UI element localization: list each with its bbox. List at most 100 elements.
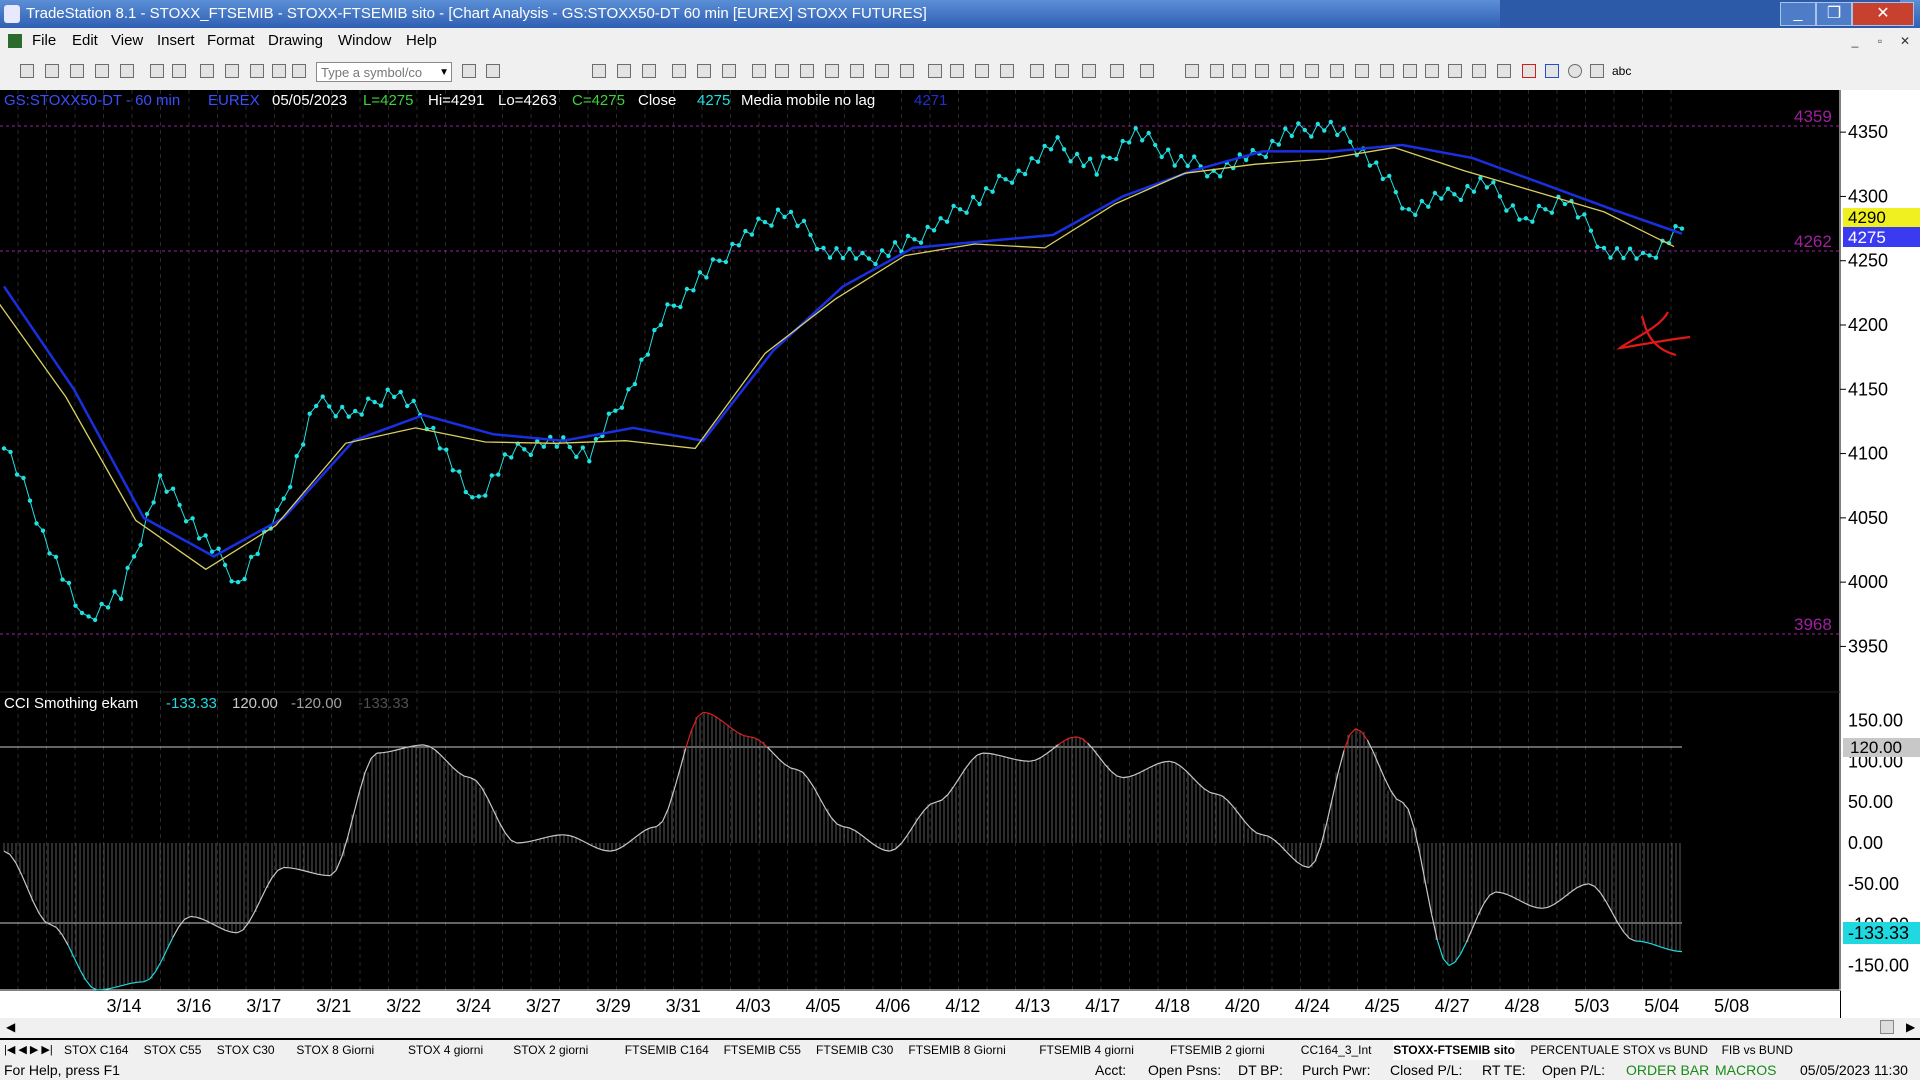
minimize-button[interactable]: _: [1780, 2, 1816, 26]
zoom-in-icon[interactable]: [975, 64, 989, 78]
horizontal-line-icon[interactable]: [1232, 64, 1246, 78]
tab-stox-4-giorni[interactable]: STOX 4 giorni: [408, 1040, 483, 1060]
go-arrow-icon[interactable]: [462, 64, 476, 78]
mdi-minimize-button[interactable]: _: [1845, 32, 1865, 50]
tab-ftsemib-c30[interactable]: FTSEMIB C30: [816, 1040, 893, 1060]
menu-window[interactable]: Window: [338, 28, 391, 54]
tab-stox-vs-bund[interactable]: STOX vs BUND: [1623, 1040, 1708, 1060]
trendline-icon[interactable]: [1185, 64, 1199, 78]
chart-type-icon[interactable]: [672, 64, 686, 78]
zoom-out-icon[interactable]: [1000, 64, 1014, 78]
yellow-price-tag-text: 4290: [1848, 208, 1886, 227]
speed-lines-icon[interactable]: [1355, 64, 1369, 78]
rectangle-icon[interactable]: [1590, 64, 1604, 78]
ticks-icon[interactable]: [900, 64, 914, 78]
tab-fib-vs-bund[interactable]: FIB vs BUND: [1722, 1040, 1793, 1060]
chevron-down-icon[interactable]: ▼: [439, 63, 449, 83]
scroll-left-icon[interactable]: ◀: [6, 1020, 15, 1034]
tab-stoxx-ftsemib-sito[interactable]: STOXX-FTSEMIB sito: [1393, 1040, 1515, 1060]
tab-stox-2-giorni[interactable]: STOX 2 giorni: [513, 1040, 588, 1060]
menu-edit[interactable]: Edit: [72, 28, 98, 54]
up-arrow-icon[interactable]: [1545, 64, 1559, 78]
menu-insert[interactable]: Insert: [157, 28, 195, 54]
calc-icon[interactable]: [642, 64, 656, 78]
menu-view[interactable]: View: [111, 28, 143, 54]
cci-line-segment: [300, 869, 308, 873]
workspace-icon[interactable]: [70, 64, 84, 78]
window-icon[interactable]: [200, 64, 214, 78]
save-icon[interactable]: [150, 64, 164, 78]
tile-icon[interactable]: [225, 64, 239, 78]
grid2-icon[interactable]: [617, 64, 631, 78]
chart-doc-icon[interactable]: [8, 34, 22, 48]
tab-percentuale[interactable]: PERCENTUALE: [1530, 1040, 1619, 1060]
status-macros[interactable]: MACROS: [1715, 1060, 1776, 1080]
indicator-icon[interactable]: [752, 64, 766, 78]
tab-ftsemib-8-giorni[interactable]: FTSEMIB 8 Giorni: [908, 1040, 1005, 1060]
text-tool-icon[interactable]: abc: [1612, 64, 1631, 78]
format-icon[interactable]: [1110, 64, 1124, 78]
chart2-icon[interactable]: [697, 64, 711, 78]
hand-icon[interactable]: [1448, 64, 1462, 78]
mdi-close-button[interactable]: ✕: [1895, 32, 1915, 50]
radar-icon[interactable]: [800, 64, 814, 78]
tab-stox-c55[interactable]: STOX C55: [144, 1040, 202, 1060]
chart-canvas[interactable]: 3/14 3/16 3/17 3/21 3/22 3/24 3/27 3/29 3/31 4/03…: [0, 90, 1920, 1038]
menu-drawing[interactable]: Drawing: [268, 28, 323, 54]
close-button[interactable]: ✕: [1852, 2, 1914, 26]
tab-stox-8-giorni[interactable]: STOX 8 Giorni: [296, 1040, 374, 1060]
scroll-right-icon[interactable]: ▶: [1906, 1020, 1915, 1034]
pointer-icon[interactable]: [1030, 64, 1044, 78]
bar-spacing2-icon[interactable]: [950, 64, 964, 78]
tab-ftsemib-2-giorni[interactable]: FTSEMIB 2 giorni: [1170, 1040, 1265, 1060]
data-window-icon[interactable]: [1055, 64, 1069, 78]
tab-stox-c30[interactable]: STOX C30: [217, 1040, 275, 1060]
tools-icon[interactable]: [1082, 64, 1096, 78]
new-icon[interactable]: [20, 64, 34, 78]
tab-ftsemib-4-giorni[interactable]: FTSEMIB 4 giorni: [1039, 1040, 1134, 1060]
mdi-restore-button[interactable]: ▫: [1870, 32, 1890, 50]
bar-spacing-icon[interactable]: [928, 64, 942, 78]
gann-icon[interactable]: [1280, 64, 1294, 78]
link-icon[interactable]: [272, 64, 286, 78]
tab-ftsemib-c164[interactable]: FTSEMIB C164: [625, 1040, 709, 1060]
refresh-icon[interactable]: [722, 64, 736, 78]
chart-window[interactable]: 3/14 3/16 3/17 3/21 3/22 3/24 3/27 3/29 3/31 4/03…: [0, 90, 1920, 1038]
scroll-thumb[interactable]: [1880, 1020, 1894, 1034]
circle-icon[interactable]: [1568, 64, 1582, 78]
symbol-input[interactable]: Type a symbol/co ▼: [316, 62, 452, 82]
tab-stox-c164[interactable]: STOX C164: [64, 1040, 128, 1060]
binoculars-icon[interactable]: [486, 64, 500, 78]
maximize-button[interactable]: ❐: [1816, 2, 1852, 26]
copy-icon[interactable]: [95, 64, 109, 78]
shade-icon[interactable]: [1140, 64, 1154, 78]
tab-ftsemib-c55[interactable]: FTSEMIB C55: [724, 1040, 801, 1060]
andrews-icon[interactable]: [1380, 64, 1394, 78]
strategy-icon[interactable]: [775, 64, 789, 78]
open-icon[interactable]: [45, 64, 59, 78]
tab-nav-icons[interactable]: |◀ ◀ ▶ ▶|: [4, 1040, 53, 1060]
down-arrow-icon[interactable]: [1522, 64, 1536, 78]
tab-cc164-3-int[interactable]: CC164_3_Int: [1301, 1040, 1372, 1060]
regression-icon[interactable]: [1305, 64, 1319, 78]
vertical-line-icon[interactable]: [1210, 64, 1224, 78]
matrix-icon[interactable]: [825, 64, 839, 78]
fib-icon[interactable]: [1255, 64, 1269, 78]
curve-icon[interactable]: [1497, 64, 1511, 78]
time-icon[interactable]: [875, 64, 889, 78]
folder-icon[interactable]: [120, 64, 134, 78]
pencil-icon[interactable]: [1472, 64, 1486, 78]
print-icon[interactable]: [172, 64, 186, 78]
status-order-bar[interactable]: ORDER BAR: [1626, 1060, 1709, 1080]
globe-icon[interactable]: [292, 64, 306, 78]
menu-file[interactable]: File: [32, 28, 56, 54]
bars-icon[interactable]: [850, 64, 864, 78]
channel-icon[interactable]: [1330, 64, 1344, 78]
horizontal-scrollbar[interactable]: ◀ ▶: [0, 1018, 1920, 1038]
arc-icon[interactable]: [1425, 64, 1439, 78]
menu-help[interactable]: Help: [406, 28, 437, 54]
grid-icon[interactable]: [592, 64, 606, 78]
ellipse-icon[interactable]: [1403, 64, 1417, 78]
menu-format[interactable]: Format: [207, 28, 255, 54]
lock-icon[interactable]: [250, 64, 264, 78]
